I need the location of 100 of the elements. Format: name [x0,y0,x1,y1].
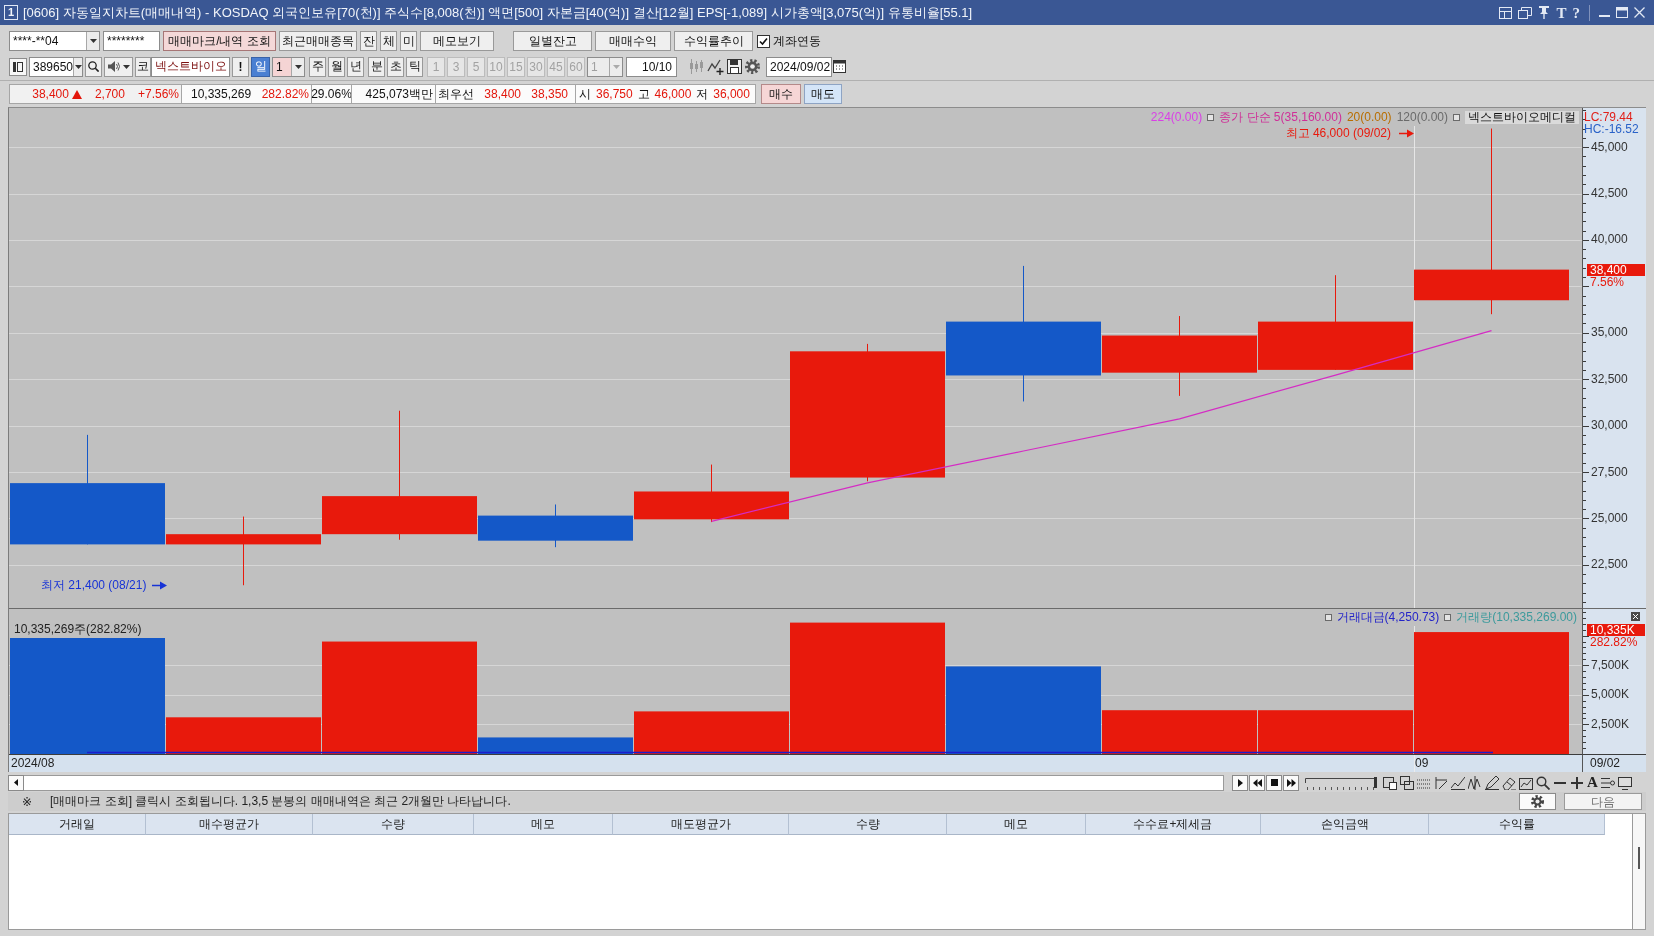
column-header: 매수평균가 [146,814,313,835]
next-button[interactable]: 다음 [1564,793,1642,810]
rewind-button[interactable] [1249,774,1265,791]
line-tool-icon[interactable] [1434,775,1448,790]
toolbar-button[interactable]: 체 [380,31,397,51]
help-button[interactable]: ? [1572,4,1580,21]
fast-forward-button[interactable] [1283,774,1299,791]
settings-button[interactable] [1519,793,1556,810]
legend-label: 224(0.00) [1150,111,1203,124]
save-icon[interactable] [727,59,742,74]
sell-button[interactable]: 매도 [804,84,842,104]
toolbar-button[interactable]: 최근매매종목 [279,31,357,51]
dropdown-button[interactable] [86,32,99,50]
period-count-combo[interactable]: 1 [272,56,305,77]
period-tab[interactable]: 초 [387,56,404,77]
stock-name-field[interactable]: 넥스트바이오 [151,56,230,77]
vertical-scrollbar[interactable] [1632,813,1646,930]
account-combo[interactable]: ****-**04 [9,31,100,51]
display-count-field[interactable]: 10/10 [626,56,677,77]
toggle-icon[interactable] [1444,614,1452,621]
close-icon[interactable] [1634,7,1645,18]
eraser-icon[interactable] [1502,775,1516,790]
list-settings-icon[interactable] [1600,775,1615,790]
checkbox[interactable] [757,34,770,48]
note-mark: ※ [22,794,33,809]
quote-text: 최우선 [438,85,474,103]
trend-line-icon[interactable] [1451,775,1465,790]
windows-icon[interactable] [1518,6,1533,19]
current-price-tag: 38,400 [1587,263,1645,276]
maximize-icon[interactable] [1616,7,1628,18]
search-button[interactable] [85,56,102,77]
scroll-thumb[interactable] [1638,847,1640,869]
axis-label: 7,500K [1591,658,1630,672]
quote-text: 29.06% [311,87,352,101]
price-change-label: 7.56% [1590,275,1625,289]
toolbar-button[interactable]: 잔 [360,31,377,51]
toolbar-button[interactable]: 메모보기 [420,31,494,51]
zigzag-plus-icon[interactable] [707,58,724,75]
checkbox-label[interactable]: 계좌연동 [773,32,821,50]
toolbar-button[interactable]: 미 [400,31,417,51]
dropdown-button[interactable] [73,57,82,76]
calendar-icon[interactable] [833,60,846,73]
pin-icon[interactable] [1538,6,1551,19]
speaker-icon [107,61,120,72]
zoom-slider[interactable] [1305,774,1377,791]
toggle-icon[interactable] [1324,614,1332,621]
quote-text: 38,400 [32,87,69,101]
scroll-left-button[interactable] [8,774,24,791]
period-tab[interactable]: 년 [347,56,364,77]
screen-icon[interactable] [1617,775,1632,790]
text-tool-button[interactable]: A [1587,775,1598,790]
toggle-icon[interactable] [1453,114,1460,121]
buy-button[interactable]: 매수 [761,84,801,104]
gear-icon[interactable] [745,59,760,74]
panel-icon[interactable] [9,57,27,76]
play-button[interactable] [1232,774,1248,791]
stock-code-combo[interactable]: 389650 [29,56,83,77]
wave-line-icon[interactable] [1468,775,1482,790]
toolbar-button[interactable]: 매매마크/내역 조회 [163,31,276,51]
period-tab[interactable]: 틱 [406,56,423,77]
arrow-icon [1399,129,1414,138]
period-tab[interactable]: 일 [251,56,270,77]
report-button[interactable]: 수익률추이 [674,31,753,51]
stop-button[interactable] [1266,774,1282,791]
play-icon [1237,778,1243,787]
caret-icon [14,779,18,786]
column-header: 메모 [474,814,613,835]
caret-icon [74,64,82,69]
column-header: 메모 [947,814,1086,835]
indicator-label: HC:-16.52 [1584,123,1639,136]
fast-forward-icon [1286,778,1296,787]
chart-image-icon[interactable] [1519,775,1533,790]
dropdown-button[interactable] [291,57,304,76]
font-button[interactable]: T [1556,4,1567,21]
period-tab[interactable]: 월 [328,56,345,77]
period-tab[interactable]: 분 [368,56,385,77]
axis-label: 25,000 [1591,511,1628,525]
alert-button[interactable]: ! [232,56,249,77]
date-field[interactable]: 2024/09/02 [766,56,832,77]
stock-name-label: 넥스트바이오메디컬 [1465,111,1579,124]
market-button[interactable]: 코 [135,56,151,77]
column-header: 손익금액 [1261,814,1429,835]
axis-label: 32,500 [1591,372,1628,386]
toggle-icon[interactable] [1207,114,1215,121]
period-tab[interactable]: 주 [309,56,326,77]
search-icon[interactable] [1536,775,1550,790]
split-window-icon[interactable] [1383,775,1397,790]
slider-thumb[interactable] [1374,776,1377,788]
column-header: 수량 [789,814,947,835]
plus-icon[interactable] [1570,775,1584,790]
report-button[interactable]: 매매수익 [595,31,671,51]
layout-icon[interactable] [1499,6,1513,19]
password-field[interactable]: ******** [103,31,160,51]
sound-button[interactable] [104,56,133,77]
quote-text: 46,000 [654,87,692,101]
overlap-window-icon[interactable] [1400,775,1414,790]
axis-label: 27,500 [1591,465,1628,479]
pencil-icon[interactable] [1485,775,1499,790]
column-header: 거래일 [9,814,146,835]
report-button[interactable]: 일별잔고 [513,31,592,51]
